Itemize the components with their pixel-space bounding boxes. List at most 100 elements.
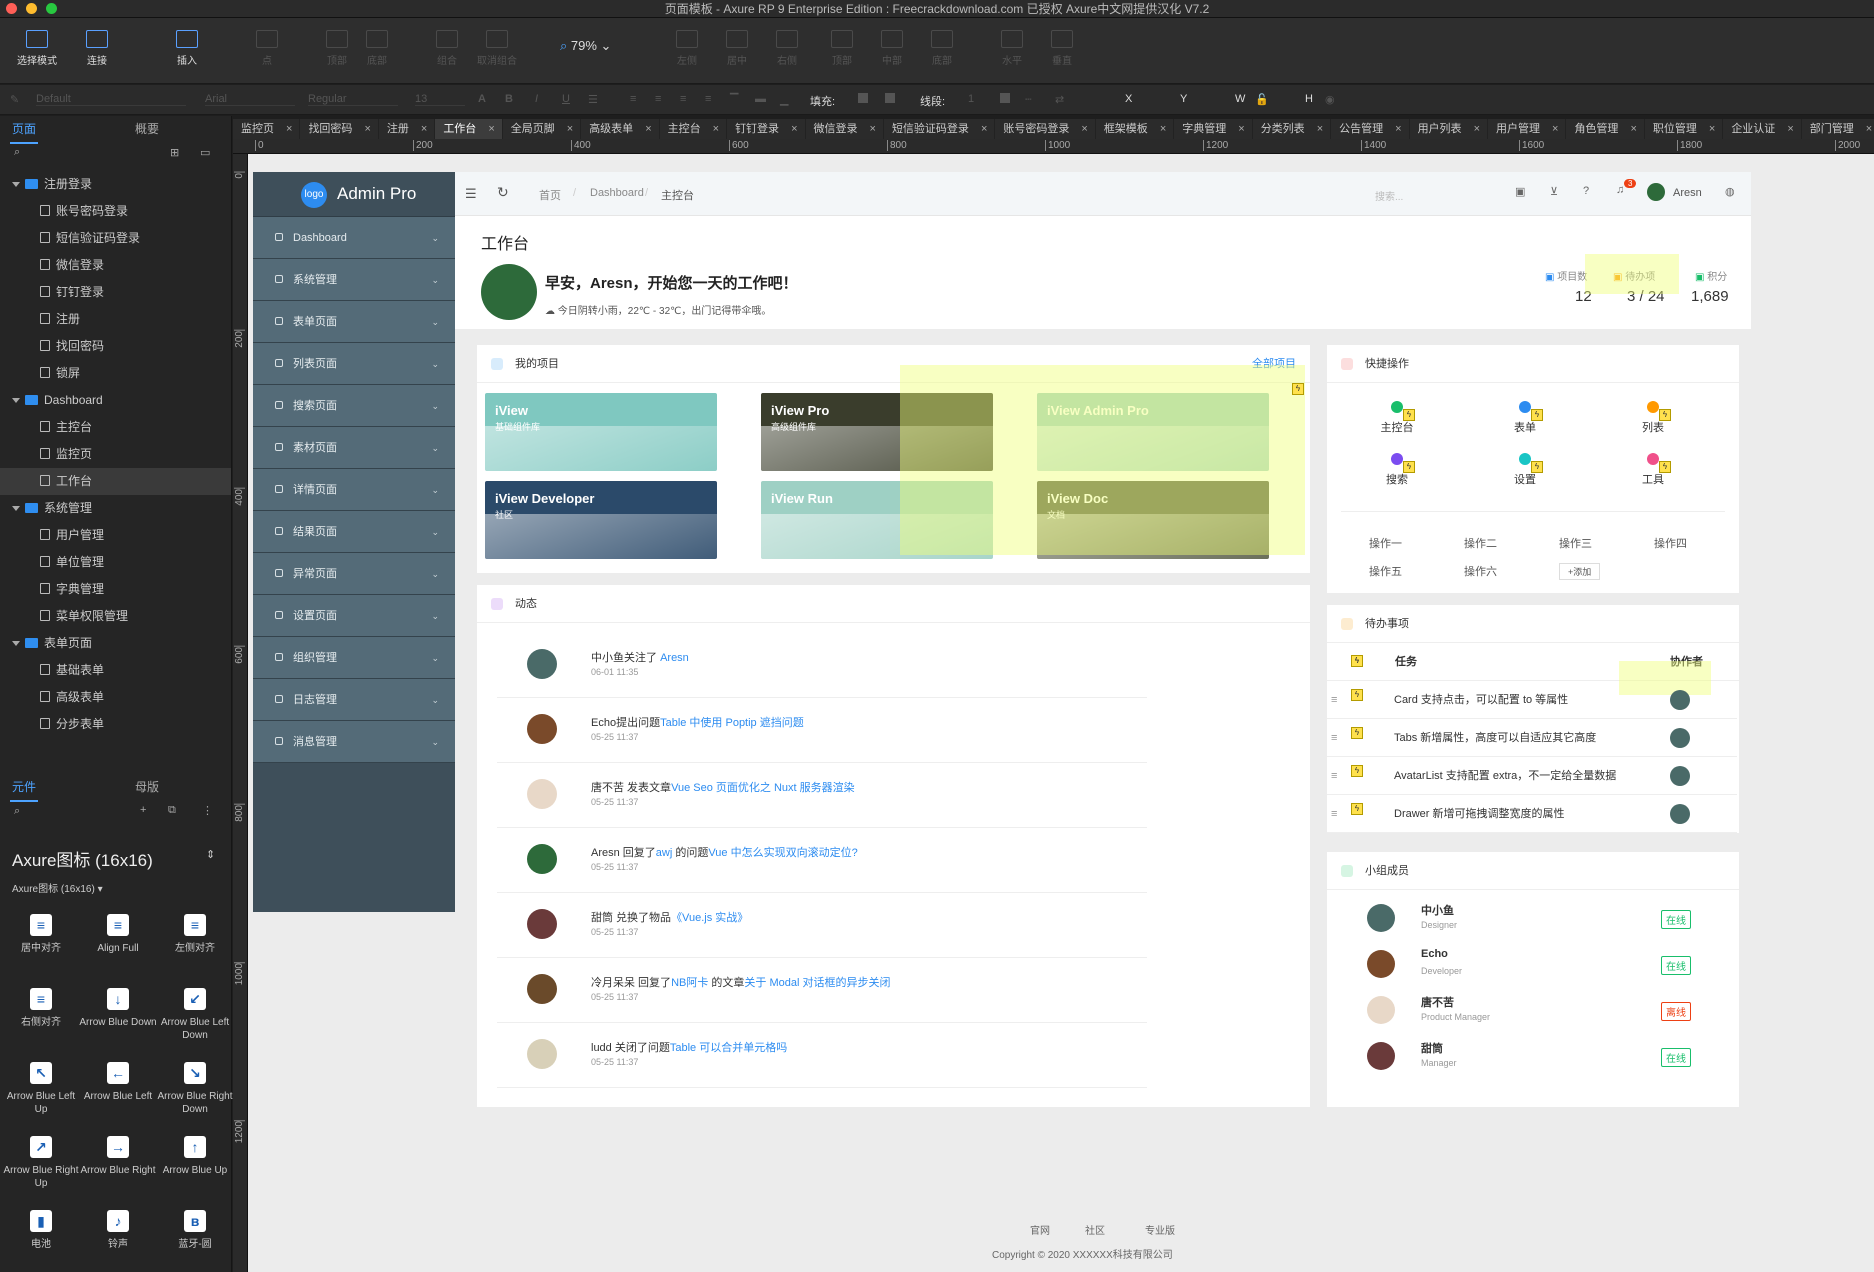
breadcrumb-home[interactable]: 首页 xyxy=(539,187,561,203)
avatar[interactable] xyxy=(1367,950,1395,978)
activity-link[interactable]: awj xyxy=(656,847,673,859)
tree-folder[interactable]: Dashboard xyxy=(0,387,231,414)
activity-link[interactable]: 《Vue.js 实战》 xyxy=(671,912,748,924)
avatar[interactable] xyxy=(527,714,557,744)
add-operation-button[interactable]: +添加 xyxy=(1559,563,1601,580)
italic-button[interactable]: I xyxy=(535,93,538,105)
activity-link[interactable]: Vue Seo 页面优化之 Nuxt 服务器渲染 xyxy=(671,782,855,794)
zoom-select[interactable]: ⌕ 79% ⌄ xyxy=(560,38,611,54)
operation-link[interactable]: 操作五 xyxy=(1369,563,1402,579)
toolbar-button-7[interactable]: 取消组合 xyxy=(470,24,524,67)
search-icon[interactable]: ⌕ xyxy=(14,805,20,818)
style-select[interactable]: Default xyxy=(36,93,186,106)
avatar[interactable] xyxy=(1367,1042,1395,1070)
close-icon[interactable]: × xyxy=(286,123,292,135)
visibility-icon[interactable]: ◉ xyxy=(1325,93,1335,106)
avatar[interactable] xyxy=(1367,904,1395,932)
align-justify-icon[interactable]: ≡ xyxy=(705,93,711,105)
library-copy-icon[interactable]: ⧉ xyxy=(168,804,176,817)
toolbar-button-8[interactable]: 左侧 xyxy=(660,24,714,67)
toolbar-button-13[interactable]: 底部 xyxy=(915,24,969,67)
avatar[interactable] xyxy=(527,779,557,809)
close-icon[interactable]: × xyxy=(1317,123,1323,135)
valign-middle-icon[interactable]: ▬ xyxy=(755,93,766,105)
quick-action[interactable]: 主控台 ϟ xyxy=(1357,401,1437,435)
tree-page[interactable]: 注册 xyxy=(0,306,231,333)
close-icon[interactable]: × xyxy=(1395,123,1401,135)
tree-page[interactable]: 钉钉登录 xyxy=(0,279,231,306)
library-widget[interactable]: ♪ 铃声 xyxy=(79,1210,157,1251)
quick-action[interactable]: 列表 ϟ xyxy=(1613,401,1693,435)
bold-button[interactable]: B xyxy=(505,93,513,105)
page-tab[interactable]: 注册 × xyxy=(379,119,436,139)
close-icon[interactable]: × xyxy=(1866,123,1872,135)
avatar[interactable] xyxy=(1670,766,1690,786)
tab-widgets[interactable]: 元件 xyxy=(10,774,39,802)
tree-page[interactable]: 用户管理 xyxy=(0,522,231,549)
operation-link[interactable]: 操作二 xyxy=(1464,535,1497,551)
arrow-style-icon[interactable]: ⇄ xyxy=(1055,93,1064,106)
close-icon[interactable]: × xyxy=(1552,123,1558,135)
fill-gradient-swatch[interactable] xyxy=(885,93,895,103)
tree-page[interactable]: 字典管理 xyxy=(0,576,231,603)
breadcrumb-dashboard[interactable]: Dashboard xyxy=(590,187,644,199)
close-icon[interactable]: × xyxy=(713,123,719,135)
tree-page[interactable]: 微信登录 xyxy=(0,252,231,279)
admin-menu-item[interactable]: 组织管理 ⌄ xyxy=(253,637,455,679)
toolbar-button-9[interactable]: 居中 xyxy=(710,24,764,67)
toolbar-button-14[interactable]: 水平 xyxy=(985,24,1039,67)
tree-page[interactable]: 工作台 xyxy=(0,468,231,495)
add-folder-icon[interactable]: ▭ xyxy=(200,146,210,159)
tree-page[interactable]: 菜单权限管理 xyxy=(0,603,231,630)
add-library-icon[interactable]: + xyxy=(140,804,146,816)
tree-page[interactable]: 锁屏 xyxy=(0,360,231,387)
line-color-swatch[interactable] xyxy=(1000,93,1010,103)
avatar[interactable] xyxy=(1670,804,1690,824)
text-color-button[interactable]: A xyxy=(478,93,486,105)
page-tab[interactable]: 短信验证码登录 × xyxy=(884,119,996,139)
tree-page[interactable]: 找回密码 xyxy=(0,333,231,360)
font-select[interactable]: Arial xyxy=(205,93,295,106)
quick-action[interactable]: 表单 ϟ xyxy=(1485,401,1565,435)
search-icon[interactable]: ⌕ xyxy=(14,146,20,159)
tree-page[interactable]: 分步表单 xyxy=(0,711,231,738)
bell-icon[interactable]: ♫ xyxy=(1616,184,1624,196)
avatar[interactable] xyxy=(527,1039,557,1069)
zoom-window-button[interactable] xyxy=(46,3,57,14)
library-widget[interactable]: ← Arrow Blue Left xyxy=(79,1062,157,1103)
todo-row[interactable]: ≡ ϟ Card 支持点击，可以配置 to 等属性 xyxy=(1327,681,1737,719)
more-options-icon[interactable]: ⋮ xyxy=(202,804,213,817)
avatar[interactable] xyxy=(527,844,557,874)
language-icon[interactable]: ◍ xyxy=(1725,185,1735,198)
line-style-icon[interactable]: ┄ xyxy=(1025,93,1032,106)
toolbar-button-6[interactable]: 组合 xyxy=(420,24,474,67)
activity-link[interactable]: NB阿卡 xyxy=(671,977,708,989)
chevron-updown-icon[interactable]: ⇕ xyxy=(206,848,215,861)
tree-page[interactable]: 账号密码登录 xyxy=(0,198,231,225)
library-widget[interactable]: ↓ Arrow Blue Down xyxy=(79,988,157,1029)
close-icon[interactable]: × xyxy=(1787,123,1793,135)
close-icon[interactable]: × xyxy=(1081,123,1087,135)
underline-button[interactable]: U xyxy=(562,93,570,105)
add-page-icon[interactable]: ⊞ xyxy=(170,146,179,159)
admin-menu-item[interactable]: 表单页面 ⌄ xyxy=(253,301,455,343)
close-icon[interactable]: × xyxy=(1160,123,1166,135)
toolbar-button-2[interactable]: 插入 xyxy=(160,24,214,67)
operation-link[interactable]: 操作一 xyxy=(1369,535,1402,551)
library-widget[interactable]: ↙ Arrow Blue Left Down xyxy=(156,988,234,1042)
quick-action[interactable]: 搜索 ϟ xyxy=(1357,453,1437,487)
lock-ratio-icon[interactable]: 🔓 xyxy=(1255,93,1269,106)
close-icon[interactable]: × xyxy=(981,123,987,135)
library-widget[interactable]: ▮ 电池 xyxy=(2,1210,80,1251)
avatar[interactable] xyxy=(527,974,557,1004)
library-widget[interactable]: ↖ Arrow Blue Left Up xyxy=(2,1062,80,1116)
close-icon[interactable]: × xyxy=(645,123,651,135)
toolbar-button-1[interactable]: 连接 xyxy=(70,24,124,67)
close-icon[interactable]: × xyxy=(1474,123,1480,135)
close-icon[interactable]: × xyxy=(567,123,573,135)
library-widget[interactable]: ≡ 居中对齐 xyxy=(2,914,80,955)
tree-page[interactable]: 短信验证码登录 xyxy=(0,225,231,252)
help-icon[interactable]: ? xyxy=(1583,185,1589,197)
activity-link[interactable]: Table 可以合并单元格吗 xyxy=(670,1042,787,1054)
caret-down-icon[interactable] xyxy=(12,641,20,646)
